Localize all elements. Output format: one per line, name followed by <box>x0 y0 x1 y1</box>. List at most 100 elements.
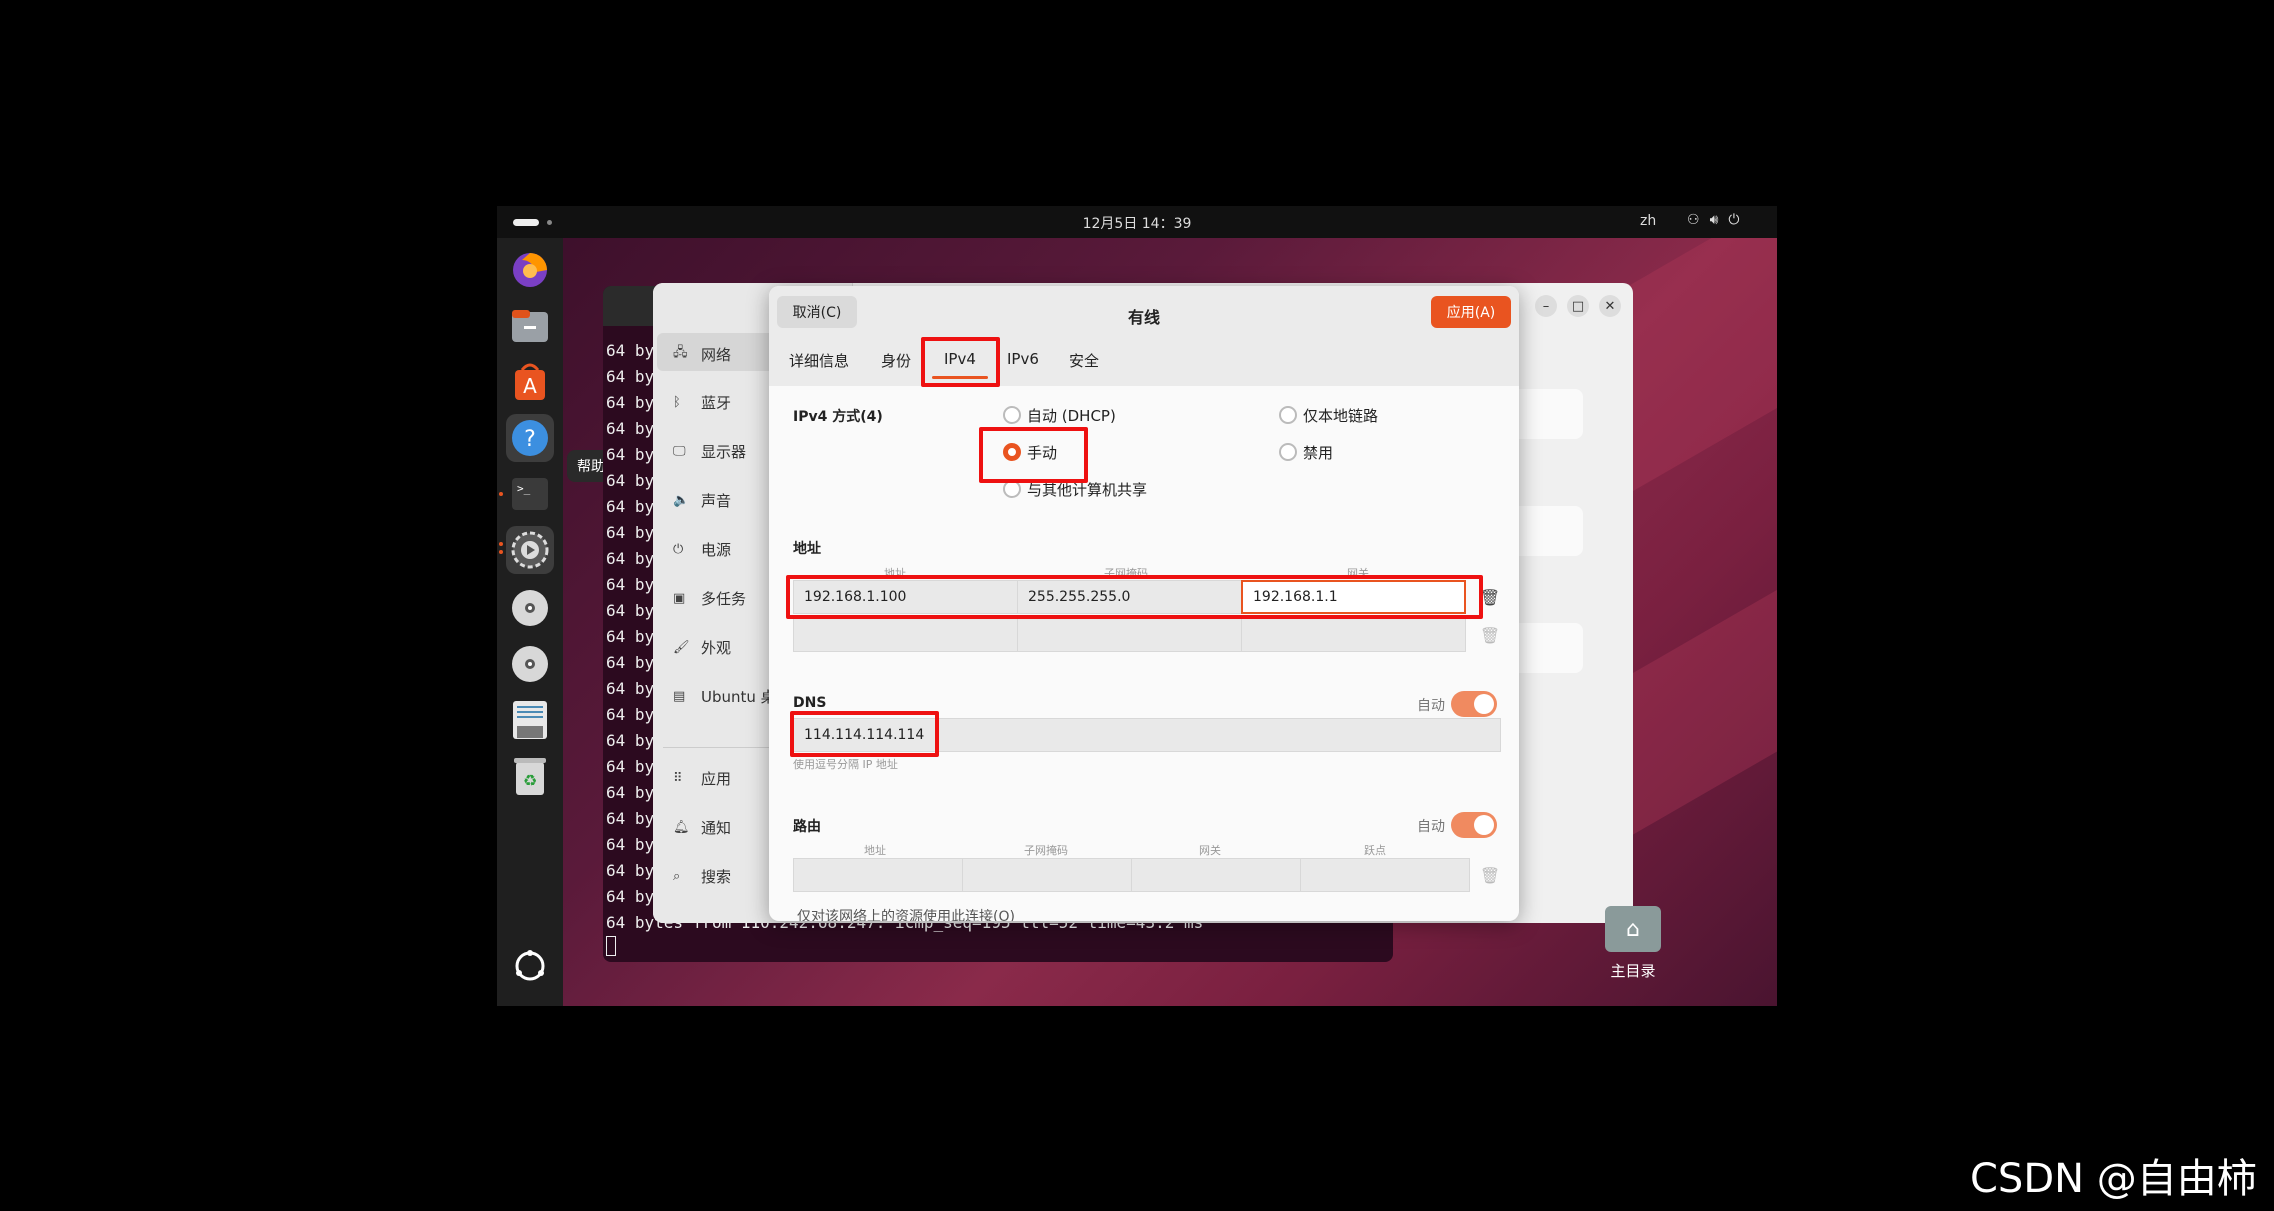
firefox-icon[interactable] <box>506 246 554 294</box>
radio-auto-dhcp[interactable] <box>1003 406 1021 424</box>
sidebar-item-label: 网络 <box>701 345 732 364</box>
home-folder-label: 主目录 <box>1610 962 1656 980</box>
search-icon: ⌕ <box>673 869 681 884</box>
sidebar-item[interactable]: ⌕ 搜索 <box>673 866 731 887</box>
address-section-title: 地址 <box>793 541 821 557</box>
svg-text:?: ? <box>524 427 536 452</box>
show-apps-icon[interactable] <box>506 942 554 990</box>
sidebar-item[interactable]: 🖧 网络 <box>673 343 731 365</box>
radio-disabled-label: 禁用 <box>1303 444 1334 462</box>
volume-icon: 🔊︎ <box>1709 212 1719 228</box>
sidebar-item[interactable]: ⠿ 应用 <box>673 768 731 789</box>
route-netmask-input[interactable] <box>962 858 1132 892</box>
bluetooth-icon: ᛒ <box>673 395 681 410</box>
route-header-netmask: 子网掩码 <box>1024 844 1068 857</box>
delete-route-icon: 🗑 <box>1479 865 1501 885</box>
delete-address-icon[interactable]: 🗑 <box>1479 583 1501 611</box>
terminal-icon[interactable]: >_ <box>506 470 554 518</box>
radio-auto-dhcp-label: 自动 (DHCP) <box>1027 407 1116 425</box>
home-folder-icon: ⌂ <box>1605 906 1661 952</box>
column-header-netmask: 子网掩码 <box>1104 567 1148 580</box>
sidebar-item[interactable]: 🖵 显示器 <box>673 441 746 462</box>
running-indicator <box>499 550 503 554</box>
sidebar-item[interactable]: ▣ 多任务 <box>673 588 746 609</box>
sidebar-item[interactable]: 🔈 声音 <box>673 490 731 511</box>
maximize-button[interactable]: □ <box>1567 295 1589 317</box>
input-language[interactable]: zh <box>1640 213 1656 229</box>
new-netmask-input[interactable] <box>1017 618 1242 652</box>
settings-icon[interactable] <box>506 526 554 574</box>
tab-ipv6[interactable]: IPv6 <box>1007 350 1039 368</box>
power-menu-icon: ⏻ <box>1728 212 1740 228</box>
help-icon[interactable]: ? <box>506 414 554 462</box>
apps-icon: ⠿ <box>673 771 683 786</box>
routes-section-title: 路由 <box>793 819 821 835</box>
route-gateway-input[interactable] <box>1131 858 1301 892</box>
dns-input[interactable]: 114.114.114.114 <box>793 718 1501 752</box>
radio-link-local-label: 仅本地链路 <box>1303 407 1379 425</box>
dns-section-title: DNS <box>793 695 827 711</box>
app-center-icon[interactable]: A <box>506 358 554 406</box>
svg-text:♻: ♻ <box>523 771 537 790</box>
address-input[interactable]: 192.168.1.100 <box>793 580 1018 614</box>
new-gateway-input[interactable] <box>1241 618 1466 652</box>
route-header-metric: 跃点 <box>1364 844 1386 857</box>
sidebar-item-label: 外观 <box>701 639 732 657</box>
sidebar-item[interactable]: 🖌 外观 <box>673 637 731 658</box>
display-icon: 🖵 <box>673 444 686 459</box>
optical-disc-icon[interactable] <box>506 584 554 632</box>
netmask-input[interactable]: 255.255.255.0 <box>1017 580 1242 614</box>
tab-ipv4[interactable]: IPv4 <box>944 350 976 368</box>
sidebar-item[interactable]: ⏻ 电源 <box>673 539 731 560</box>
clock[interactable]: 12月5日 14：39 <box>497 213 1777 233</box>
radio-disabled[interactable] <box>1279 443 1297 461</box>
delete-empty-address-icon: 🗑 <box>1479 625 1501 645</box>
dock: A ? >_ ♻ <box>497 238 563 1006</box>
sidebar-item-label: 电源 <box>701 541 732 559</box>
new-address-input[interactable] <box>793 618 1018 652</box>
sidebar-item-label: 搜索 <box>701 868 732 886</box>
dns-auto-toggle[interactable] <box>1451 691 1497 717</box>
route-address-input[interactable] <box>793 858 963 892</box>
network-status-icon: ⚇ <box>1687 212 1700 228</box>
dialog-header <box>769 286 1519 386</box>
route-header-address: 地址 <box>864 844 886 857</box>
route-only-checkbox-label[interactable]: 仅对该网络上的资源使用此连接(O) <box>797 906 1015 921</box>
radio-link-local[interactable] <box>1279 406 1297 424</box>
minimize-button[interactable]: – <box>1535 295 1557 317</box>
multitasking-icon: ▣ <box>673 591 686 606</box>
optical-disc-icon[interactable] <box>506 640 554 688</box>
files-icon[interactable] <box>506 302 554 350</box>
radio-manual[interactable] <box>1003 443 1021 461</box>
running-indicator <box>499 492 503 496</box>
sidebar-item-label: 声音 <box>701 492 732 510</box>
routes-auto-toggle[interactable] <box>1451 812 1497 838</box>
tab-security[interactable]: 安全 <box>1069 350 1099 371</box>
route-metric-input[interactable] <box>1300 858 1470 892</box>
routes-auto-label: 自动 <box>1417 819 1445 835</box>
sound-icon: 🔈 <box>673 493 690 508</box>
tab-identity[interactable]: 身份 <box>881 350 911 371</box>
sidebar-item[interactable]: ▤ Ubuntu 桌 <box>673 686 776 707</box>
radio-shared-label: 与其他计算机共享 <box>1027 481 1148 499</box>
network-icon: 🖧 <box>673 345 688 360</box>
dns-hint: 使用逗号分隔 IP 地址 <box>793 758 898 771</box>
trash-icon[interactable]: ♻ <box>506 752 554 800</box>
terminal-cursor <box>606 936 616 956</box>
tab-details[interactable]: 详细信息 <box>789 350 849 371</box>
apply-button[interactable]: 应用(A) <box>1431 296 1511 328</box>
system-tray[interactable]: ⚇ 🔊︎ ⏻ <box>1687 212 1739 228</box>
column-header-gateway: 网关 <box>1347 567 1369 580</box>
text-editor-icon[interactable] <box>506 696 554 744</box>
column-header-address: 地址 <box>884 567 906 580</box>
close-button[interactable]: ✕ <box>1599 295 1621 317</box>
sidebar-item[interactable]: 🔔︎ 通知 <box>673 817 731 838</box>
svg-text:>_: >_ <box>517 482 531 495</box>
gateway-input[interactable]: 192.168.1.1 <box>1241 580 1466 614</box>
route-header-gateway: 网关 <box>1199 844 1221 857</box>
desktop-home-folder[interactable]: ⌂ 主目录 <box>1595 906 1671 981</box>
radio-shared[interactable] <box>1003 480 1021 498</box>
wired-connection-dialog: 取消(C) 有线 应用(A) 详细信息 身份 IPv4 IPv6 安全 IPv4… <box>769 286 1519 921</box>
sidebar-item[interactable]: ᛒ 蓝牙 <box>673 392 731 413</box>
dialog-title: 有线 <box>1127 308 1160 327</box>
